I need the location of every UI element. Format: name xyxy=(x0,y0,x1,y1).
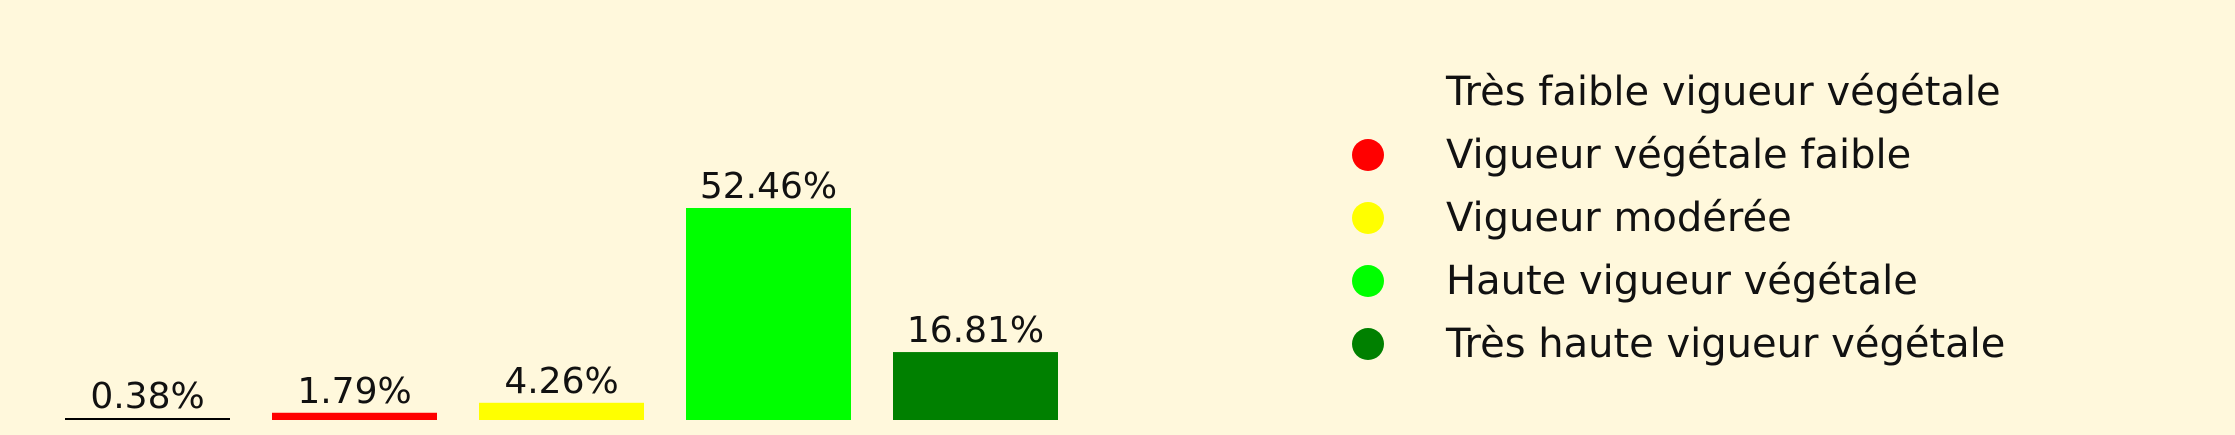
bar-chart: 0.38% 1.79% 4.26% 52.46% 16.81% xyxy=(65,166,1058,420)
legend-label: Vigueur modérée xyxy=(1446,194,1792,241)
bar-2 xyxy=(272,412,437,420)
bar-3 xyxy=(479,402,644,420)
legend-item-2: Vigueur végétale faible xyxy=(1340,123,2005,186)
legend-item-3: Vigueur modérée xyxy=(1340,186,2005,249)
legend-swatch-icon xyxy=(1352,75,1384,108)
legend-swatch-icon xyxy=(1352,327,1384,360)
legend-label: Très faible vigueur végétale xyxy=(1446,68,2001,115)
bar-1 xyxy=(65,418,230,420)
bar-4 xyxy=(686,208,851,420)
bar-value-label-5: 16.81% xyxy=(907,310,1044,351)
legend-item-5: Très haute vigueur végétale xyxy=(1340,312,2005,375)
legend-swatch-icon xyxy=(1352,264,1384,297)
legend-swatch-icon xyxy=(1352,138,1384,171)
legend-label: Haute vigueur végétale xyxy=(1446,257,1918,304)
legend-item-4: Haute vigueur végétale xyxy=(1340,249,2005,312)
bar-value-label-2: 1.79% xyxy=(297,371,411,412)
legend-item-1: Très faible vigueur végétale xyxy=(1340,60,2005,123)
legend-label: Vigueur végétale faible xyxy=(1446,131,1912,178)
chart-legend: Très faible vigueur végétale Vigueur végé… xyxy=(1340,60,2005,375)
bar-value-label-4: 52.46% xyxy=(700,166,837,207)
legend-label: Très haute vigueur végétale xyxy=(1446,320,2006,367)
legend-swatch-icon xyxy=(1352,201,1384,234)
bar-value-label-1: 0.38% xyxy=(90,376,204,417)
bar-value-label-3: 4.26% xyxy=(504,361,618,402)
bar-5 xyxy=(893,352,1058,420)
